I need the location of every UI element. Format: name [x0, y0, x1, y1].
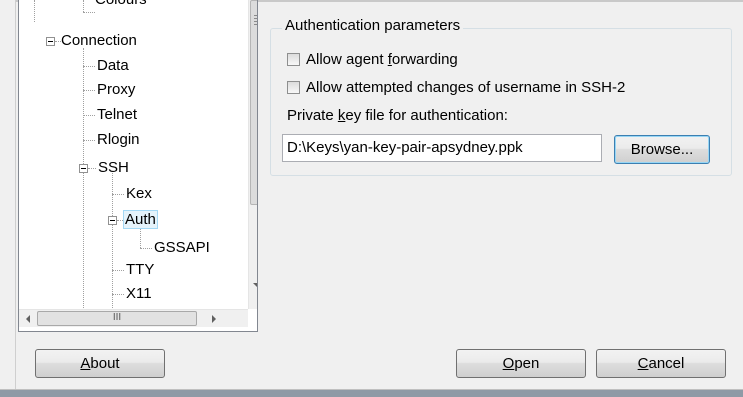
tree-line — [83, 66, 95, 67]
scrollbar-thumb[interactable]: III — [37, 311, 197, 326]
tree-item-label: SSH — [98, 159, 129, 176]
tree-item-label: GSSAPI — [154, 239, 210, 256]
collapse-icon[interactable] — [46, 37, 55, 46]
tree-vertical-scrollbar[interactable] — [248, 0, 257, 309]
checkbox-label: Allow attempted changes of username in S… — [306, 79, 626, 96]
grip-icon: III — [112, 312, 122, 323]
tree-item-colours[interactable]: Colours — [93, 0, 149, 16]
tree-item-label: Data — [97, 57, 129, 74]
tree-item-label: TTY — [126, 261, 155, 278]
tree-item-label: Proxy — [97, 81, 136, 98]
scroll-down-icon[interactable] — [253, 283, 257, 287]
window-bottom-edge — [0, 389, 743, 397]
tree-line — [112, 294, 124, 295]
grip-line — [254, 21, 257, 22]
scroll-left-icon[interactable] — [26, 315, 30, 323]
tree-item-label: Auth — [123, 210, 158, 229]
tree-item-data[interactable]: Data — [95, 55, 131, 77]
tree-item-label: Colours — [93, 0, 149, 8]
tree-line — [83, 140, 95, 141]
tree-item-auth[interactable]: Auth — [123, 209, 158, 231]
cancel-button[interactable]: Cancel — [596, 349, 726, 378]
tree-line — [83, 0, 84, 12]
grip-line — [254, 18, 257, 19]
tree-line — [88, 168, 96, 169]
tree-item-x11[interactable]: X11 — [124, 283, 154, 305]
grip-line — [254, 15, 257, 16]
username-changes-checkbox[interactable]: Allow attempted changes of username in S… — [287, 78, 625, 98]
tree-item-label: X11 — [126, 285, 152, 302]
grip-line — [254, 24, 257, 25]
collapse-icon[interactable] — [108, 216, 117, 225]
group-title: Authentication parameters — [282, 17, 464, 35]
tree-line — [112, 270, 124, 271]
tree-item-ssh[interactable]: SSH — [96, 157, 131, 179]
tree-horizontal-scrollbar[interactable]: III — [19, 309, 248, 327]
tree-item-telnet[interactable]: Telnet — [95, 104, 139, 126]
tree-item-kex[interactable]: Kex — [124, 183, 154, 205]
tree-item-label: Connection — [61, 32, 137, 49]
tree-item-proxy[interactable]: Proxy — [95, 79, 137, 101]
tree-item-tty[interactable]: TTY — [124, 259, 156, 281]
tree-item-label: Telnet — [97, 106, 138, 123]
checkbox-box[interactable] — [287, 52, 300, 66]
tree-line — [140, 248, 152, 249]
tree-line — [34, 0, 35, 22]
browse-button[interactable]: Browse... — [614, 135, 710, 164]
agent-forwarding-checkbox[interactable]: Allow agent forwarding — [287, 50, 458, 70]
checkbox-label: Allow agent forwarding — [306, 51, 458, 68]
tree-item-label: Rlogin — [97, 131, 140, 148]
open-button[interactable]: Open — [456, 349, 586, 378]
tree-item-rlogin[interactable]: Rlogin — [95, 129, 142, 151]
collapse-icon[interactable] — [79, 164, 88, 173]
key-file-input[interactable]: D:\Keys\yan-key-pair-apsydney.ppk — [282, 134, 602, 162]
window-left-edge — [0, 0, 16, 397]
tree-line — [83, 115, 95, 116]
tree-item-label: Kex — [126, 185, 152, 202]
category-tree[interactable]: Colours Connection Data Proxy Telnet Rlo… — [18, 0, 258, 332]
checkbox-box[interactable] — [287, 80, 300, 94]
about-button[interactable]: About — [35, 349, 165, 378]
scrollbar-thumb[interactable] — [250, 0, 257, 205]
scroll-right-icon[interactable] — [212, 315, 216, 323]
tree-line — [83, 48, 84, 310]
tree-line — [83, 90, 95, 91]
tree-item-gssapi[interactable]: GSSAPI — [152, 237, 212, 259]
key-file-label: Private key file for authentication: — [287, 107, 508, 124]
tree-item-connection[interactable]: Connection — [59, 30, 139, 52]
tree-line — [112, 194, 124, 195]
